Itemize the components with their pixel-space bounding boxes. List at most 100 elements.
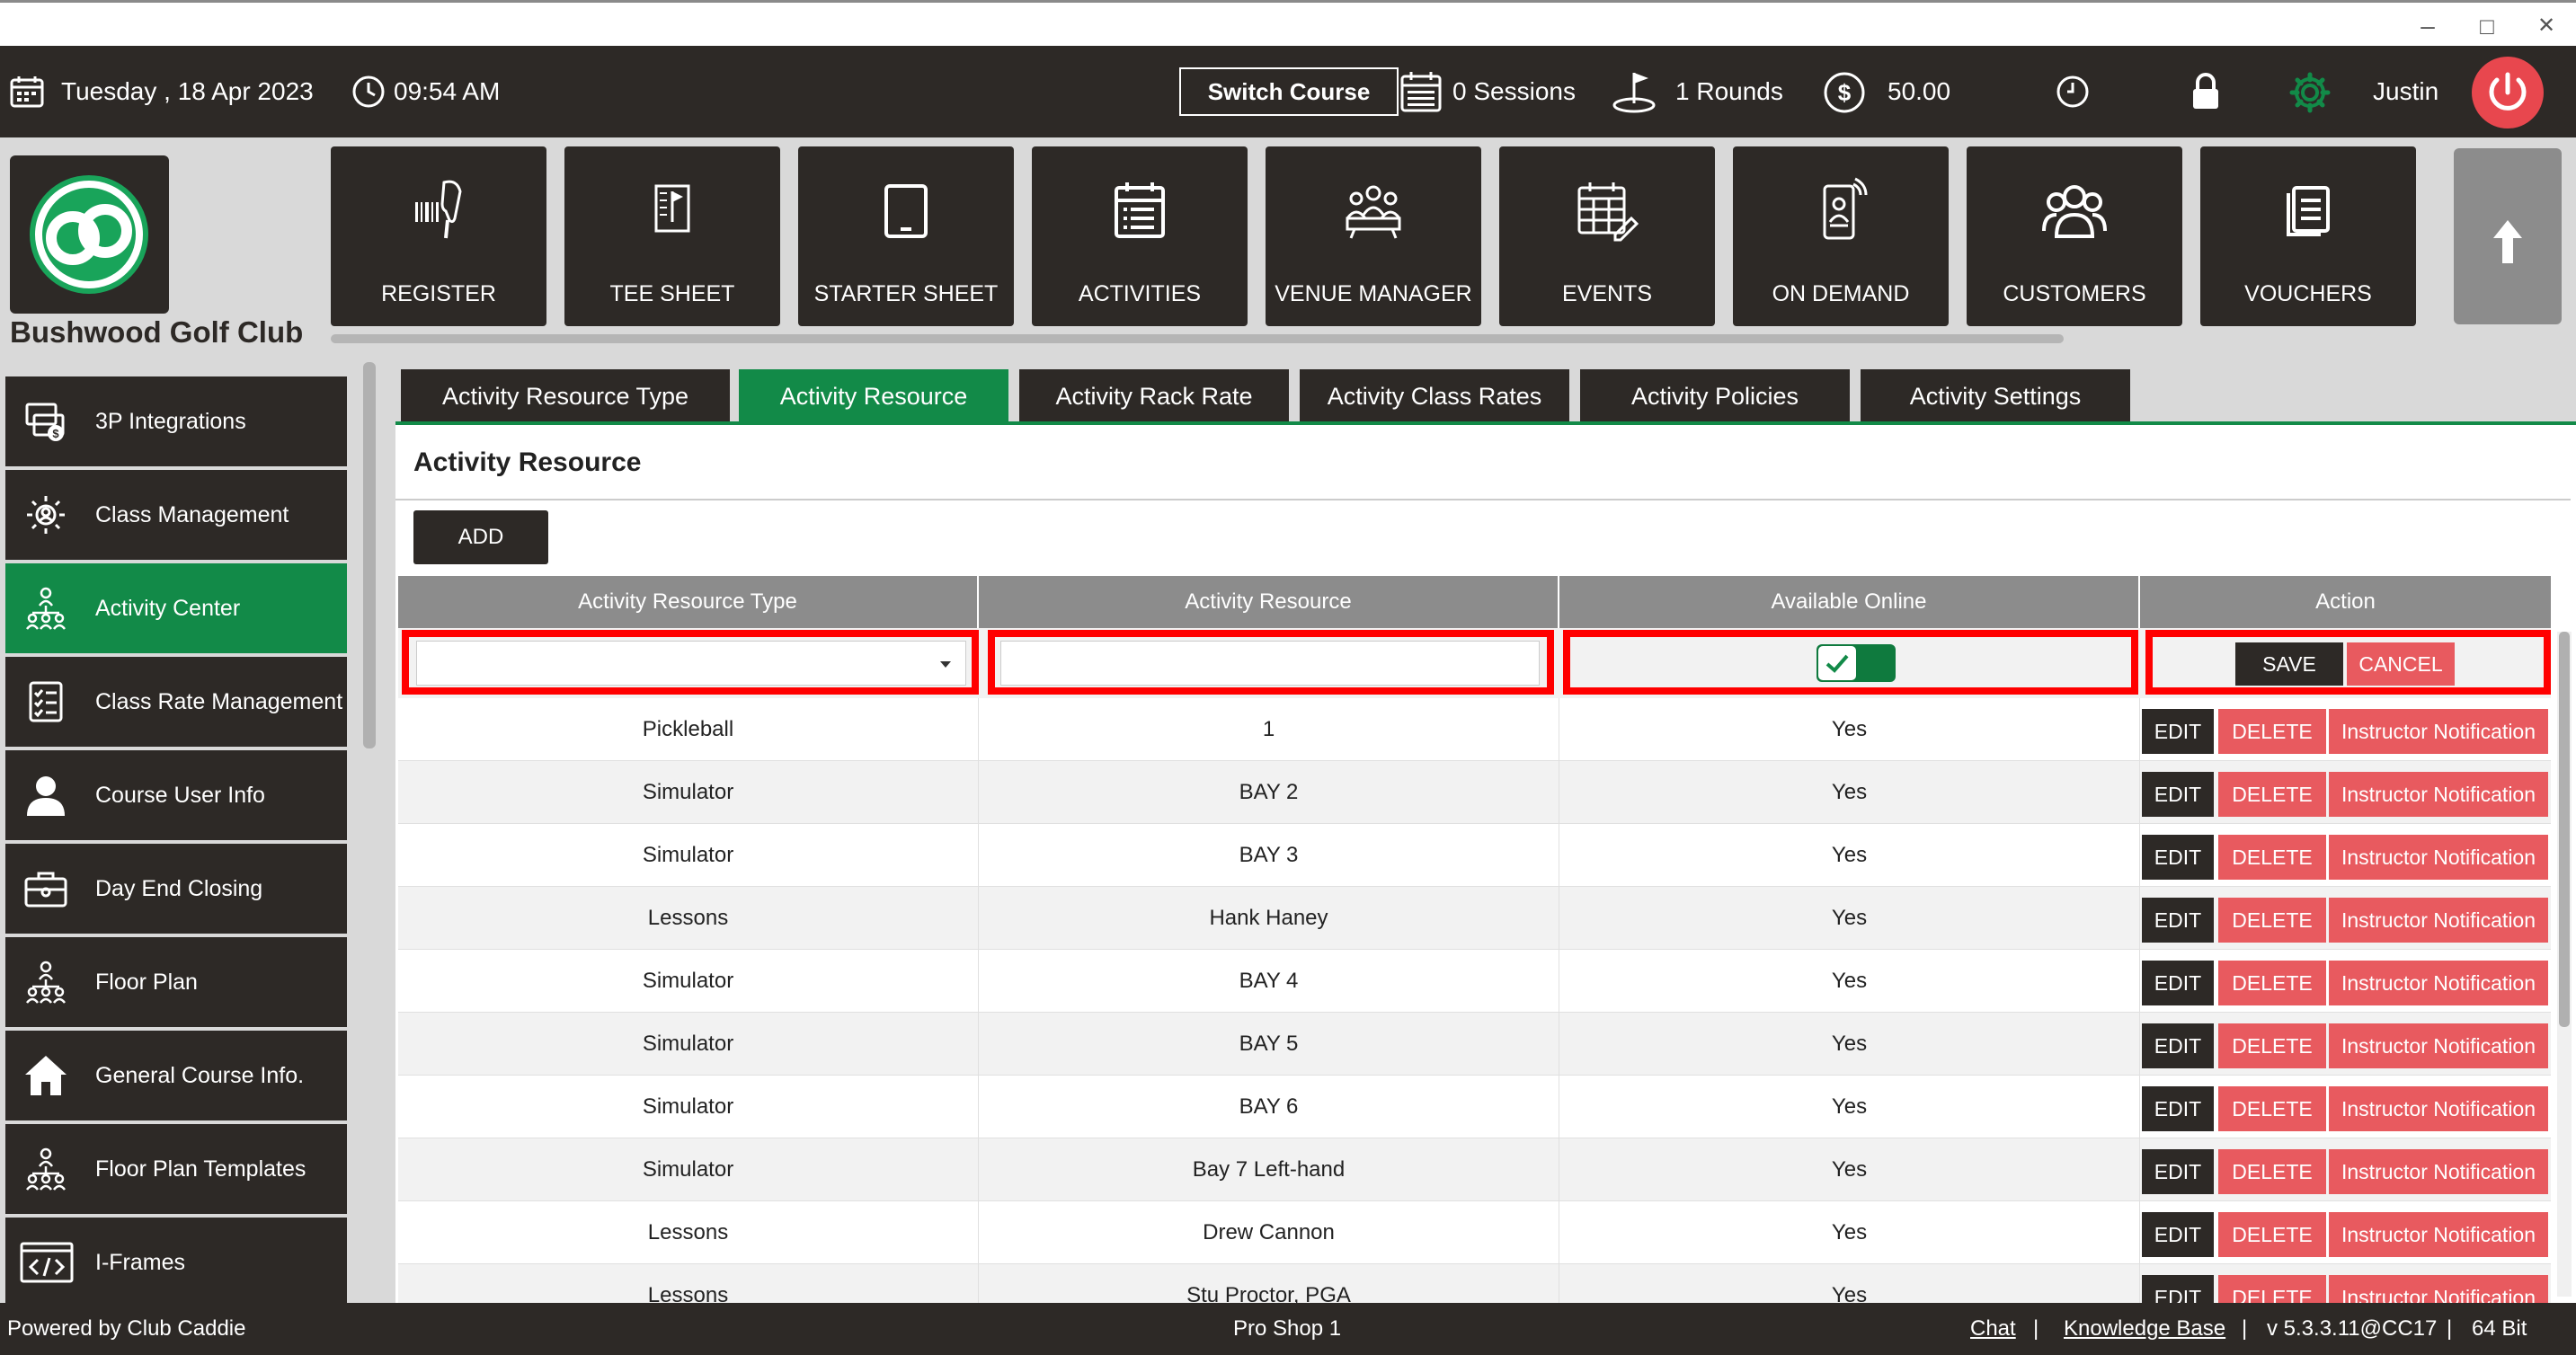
tab-activity-resource-type[interactable]: Activity Resource Type bbox=[401, 369, 730, 423]
delete-button[interactable]: DELETE bbox=[2218, 772, 2326, 817]
tab-activity-resource[interactable]: Activity Resource bbox=[739, 369, 1008, 423]
save-button[interactable]: SAVE bbox=[2235, 642, 2343, 686]
nav-tile-label: CUSTOMERS bbox=[2003, 281, 2146, 306]
instructor-notification-button[interactable]: Instructor Notification bbox=[2329, 1086, 2548, 1131]
sidebar-item-floor-plan-templates[interactable]: Floor Plan Templates bbox=[5, 1124, 347, 1214]
instructor-notification-button[interactable]: Instructor Notification bbox=[2329, 709, 2548, 754]
nav-tile-events[interactable]: EVENTS bbox=[1499, 146, 1715, 326]
nav-tile-starter-sheet[interactable]: STARTER SHEET bbox=[798, 146, 1014, 326]
column-header-type[interactable]: Activity Resource Type bbox=[398, 576, 979, 628]
close-window-button[interactable]: ✕ bbox=[2524, 10, 2569, 42]
nav-tile-activities[interactable]: ACTIVITIES bbox=[1032, 146, 1248, 326]
resource-name-input[interactable] bbox=[1000, 641, 1540, 686]
instructor-notification-button[interactable]: Instructor Notification bbox=[2329, 961, 2548, 1005]
tab-underline bbox=[395, 421, 2576, 425]
edit-button[interactable]: EDIT bbox=[2142, 961, 2214, 1005]
chevron-down-icon bbox=[940, 661, 951, 668]
edit-button[interactable]: EDIT bbox=[2142, 709, 2214, 754]
delete-button[interactable]: DELETE bbox=[2218, 898, 2326, 943]
cell-available-online: Yes bbox=[1559, 698, 2140, 761]
sidebar-item-class-management[interactable]: Class Management bbox=[5, 470, 347, 560]
nav-tile-vouchers[interactable]: VOUCHERS bbox=[2200, 146, 2416, 326]
nav-tile-register[interactable]: REGISTER bbox=[331, 146, 546, 326]
add-button[interactable]: ADD bbox=[413, 510, 548, 564]
cancel-button[interactable]: CANCEL bbox=[2347, 642, 2455, 686]
delete-button[interactable]: DELETE bbox=[2218, 709, 2326, 754]
knowledge-base-link[interactable]: Knowledge Base bbox=[2064, 1303, 2225, 1355]
lock-icon[interactable] bbox=[2190, 71, 2222, 112]
instructor-notification-button[interactable]: Instructor Notification bbox=[2329, 1212, 2548, 1257]
instructor-notification-button[interactable]: Instructor Notification bbox=[2329, 898, 2548, 943]
main-navigation: Bushwood Golf Club REGISTER TEE SHEET ST… bbox=[0, 137, 2576, 362]
activity-resource-grid: Activity Resource Type Activity Resource… bbox=[398, 576, 2551, 1303]
edit-button[interactable]: EDIT bbox=[2142, 1149, 2214, 1194]
edit-button[interactable]: EDIT bbox=[2142, 835, 2214, 880]
nav-tile-venue-manager[interactable]: VENUE MANAGER bbox=[1266, 146, 1481, 326]
sidebar-item-day-end-closing[interactable]: Day End Closing bbox=[5, 844, 347, 934]
instructor-notification-button[interactable]: Instructor Notification bbox=[2329, 1149, 2548, 1194]
sidebar-item-3p-integrations[interactable]: $ 3P Integrations bbox=[5, 376, 347, 466]
delete-button[interactable]: DELETE bbox=[2218, 1275, 2326, 1303]
sidebar-item-class-rate-management[interactable]: Class Rate Management bbox=[5, 657, 347, 747]
edit-button[interactable]: EDIT bbox=[2142, 772, 2214, 817]
nav-scrollbar[interactable] bbox=[331, 334, 2064, 343]
switch-course-button[interactable]: Switch Course bbox=[1179, 67, 1399, 116]
tab-activity-rack-rate[interactable]: Activity Rack Rate bbox=[1019, 369, 1289, 423]
instructor-notification-button[interactable]: Instructor Notification bbox=[2329, 1023, 2548, 1068]
nav-tile-label: ACTIVITIES bbox=[1078, 281, 1202, 306]
instructor-notification-button[interactable]: Instructor Notification bbox=[2329, 772, 2548, 817]
edit-button[interactable]: EDIT bbox=[2142, 1212, 2214, 1257]
logout-button[interactable] bbox=[2472, 57, 2544, 128]
gear-icon[interactable] bbox=[2288, 71, 2332, 114]
nav-tile-tee-sheet[interactable]: TEE SHEET bbox=[564, 146, 780, 326]
delete-button[interactable]: DELETE bbox=[2218, 835, 2326, 880]
chat-link[interactable]: Chat bbox=[1970, 1303, 2016, 1355]
tab-activity-settings[interactable]: Activity Settings bbox=[1861, 369, 2130, 423]
cell-type: Simulator bbox=[398, 1138, 979, 1201]
edit-button[interactable]: EDIT bbox=[2142, 1023, 2214, 1068]
table-row: Simulator BAY 4 Yes EDIT DELETE Instruct… bbox=[398, 950, 2551, 1013]
tab-activity-class-rates[interactable]: Activity Class Rates bbox=[1300, 369, 1569, 423]
instructor-notification-button[interactable]: Instructor Notification bbox=[2329, 1275, 2548, 1303]
current-date: Tuesday , 18 Apr 2023 bbox=[61, 77, 314, 105]
sidebar-item-floor-plan[interactable]: Floor Plan bbox=[5, 937, 347, 1027]
window-title-bar: – □ ✕ bbox=[0, 0, 2576, 46]
sidebar-item-label: Activity Center bbox=[95, 596, 241, 621]
sidebar-item-i-frames[interactable]: I-Frames bbox=[5, 1218, 347, 1307]
tab-activity-policies[interactable]: Activity Policies bbox=[1580, 369, 1850, 423]
delete-button[interactable]: DELETE bbox=[2218, 1023, 2326, 1068]
sidebar-item-course-user-info[interactable]: Course User Info bbox=[5, 750, 347, 840]
edit-button[interactable]: EDIT bbox=[2142, 898, 2214, 943]
maximize-button[interactable]: □ bbox=[2465, 10, 2509, 42]
delete-button[interactable]: DELETE bbox=[2218, 1086, 2326, 1131]
sidebar-item-activity-center[interactable]: Activity Center bbox=[5, 563, 347, 653]
delete-button[interactable]: DELETE bbox=[2218, 1212, 2326, 1257]
user-name[interactable]: Justin bbox=[2373, 46, 2438, 137]
grid-scroll-thumb[interactable] bbox=[2559, 632, 2570, 1027]
nav-tile-on-demand[interactable]: ON DEMAND bbox=[1733, 146, 1949, 326]
nav-tile-customers[interactable]: CUSTOMERS bbox=[1967, 146, 2182, 326]
minimize-button[interactable]: – bbox=[2405, 10, 2450, 42]
available-online-toggle[interactable] bbox=[1817, 644, 1896, 682]
cell-available-online: Yes bbox=[1559, 1013, 2140, 1076]
edit-button[interactable]: EDIT bbox=[2142, 1275, 2214, 1303]
cell-available-online: Yes bbox=[1559, 950, 2140, 1013]
calendar-list-icon bbox=[1115, 182, 1165, 238]
sessions-calendar-icon bbox=[1400, 72, 1442, 112]
delete-button[interactable]: DELETE bbox=[2218, 961, 2326, 1005]
sidebar-item-label: Class Management bbox=[95, 502, 289, 527]
sidebar-item-general-course-info[interactable]: General Course Info. bbox=[5, 1031, 347, 1120]
column-header-resource[interactable]: Activity Resource bbox=[979, 576, 1559, 628]
checkmark-icon bbox=[1825, 654, 1849, 673]
scroll-up-button[interactable] bbox=[2454, 148, 2562, 324]
instructor-notification-button[interactable]: Instructor Notification bbox=[2329, 835, 2548, 880]
history-clock-icon[interactable] bbox=[2055, 74, 2091, 110]
settings-sidebar: $ 3P Integrations Class Management Activ… bbox=[0, 362, 395, 1307]
column-header-available-online[interactable]: Available Online bbox=[1559, 576, 2140, 628]
edit-button[interactable]: EDIT bbox=[2142, 1086, 2214, 1131]
nav-tile-label: STARTER SHEET bbox=[813, 281, 999, 306]
delete-button[interactable]: DELETE bbox=[2218, 1149, 2326, 1194]
cell-resource: Drew Cannon bbox=[979, 1201, 1559, 1264]
resource-type-select[interactable] bbox=[416, 641, 966, 686]
sidebar-scrollbar[interactable] bbox=[363, 362, 376, 748]
